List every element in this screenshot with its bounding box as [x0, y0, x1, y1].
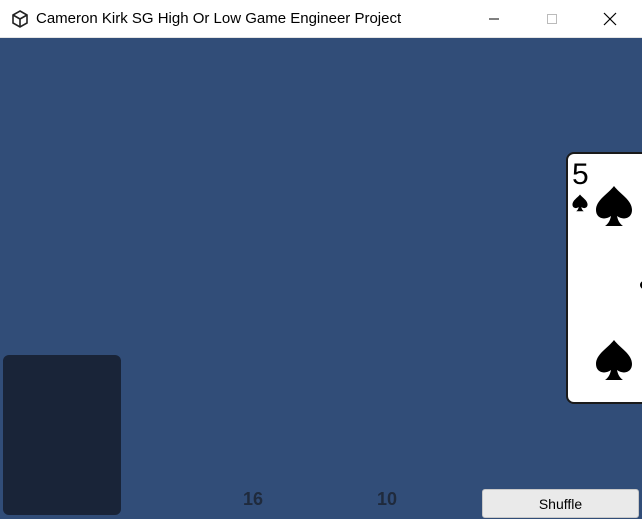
- window-title: Cameron Kirk SG High Or Low Game Enginee…: [36, 10, 402, 27]
- close-button[interactable]: [581, 0, 639, 38]
- unity-logo-icon: [10, 9, 30, 29]
- shuffle-button[interactable]: Shuffle: [482, 489, 639, 518]
- maximize-button[interactable]: [523, 0, 581, 38]
- close-icon: [603, 12, 617, 26]
- playing-card[interactable]: 5: [566, 152, 642, 404]
- score-right: 10: [377, 489, 398, 509]
- deck-slot[interactable]: [3, 355, 121, 515]
- title-bar[interactable]: Cameron Kirk SG High Or Low Game Enginee…: [0, 0, 642, 38]
- game-viewport[interactable]: 5 16 10 Shuffle: [0, 38, 642, 519]
- maximize-icon: [546, 13, 558, 25]
- minimize-button[interactable]: [465, 0, 523, 38]
- minimize-icon: [488, 13, 500, 25]
- score-left: 16: [243, 489, 264, 509]
- spade-icon: [572, 186, 642, 380]
